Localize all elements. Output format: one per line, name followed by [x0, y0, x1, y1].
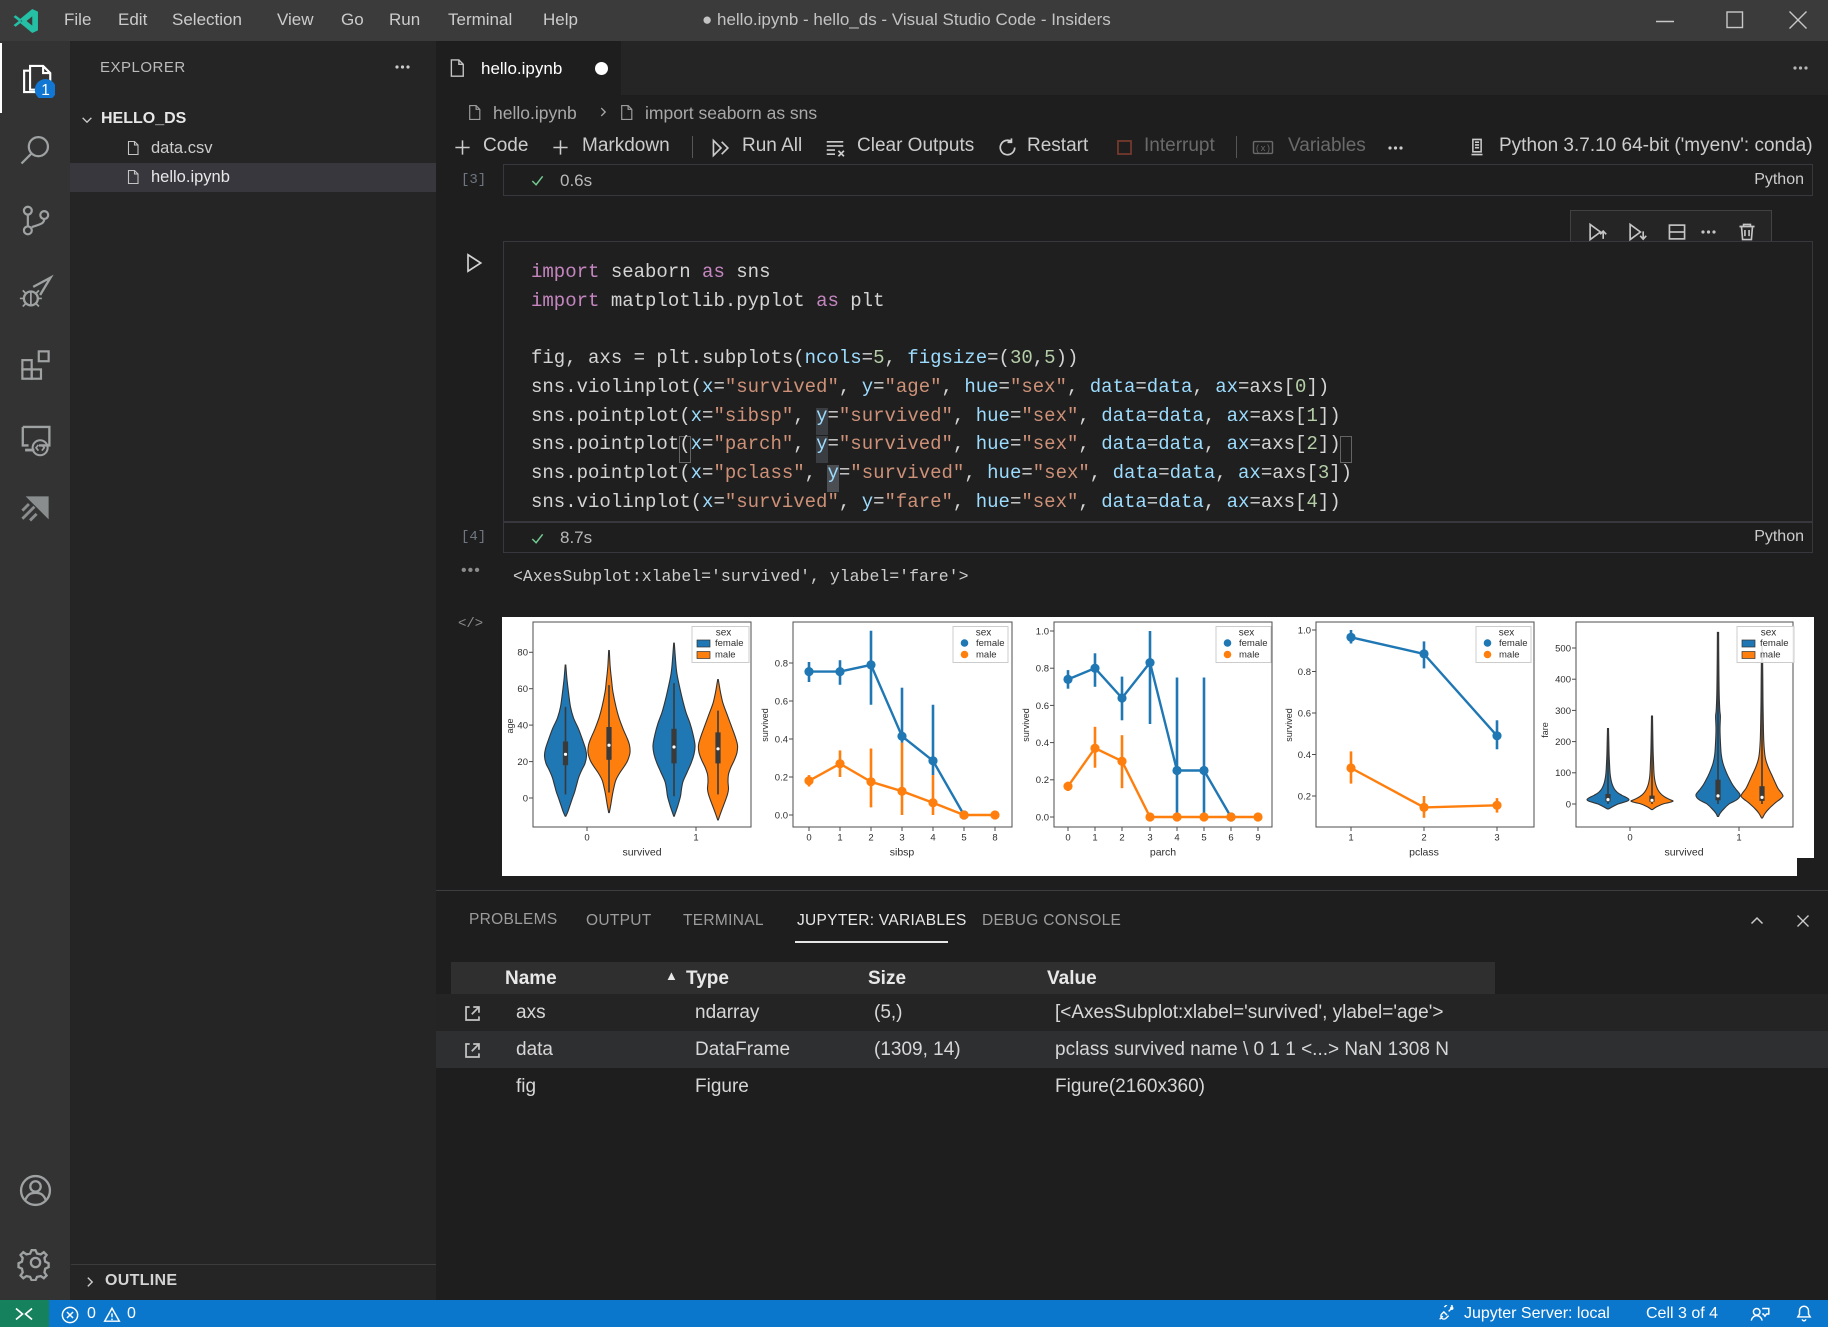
svg-text:sex: sex [716, 628, 732, 639]
svg-text:female: female [976, 638, 1005, 649]
svg-text:0.4: 0.4 [775, 734, 788, 745]
svg-text:male: male [715, 650, 736, 661]
svg-text:0.2: 0.2 [1036, 775, 1049, 786]
svg-text:1: 1 [1736, 833, 1741, 844]
svg-text:2: 2 [868, 833, 873, 844]
svg-text:500: 500 [1555, 643, 1571, 654]
svg-text:fare: fare [1540, 722, 1550, 738]
svg-text:40: 40 [517, 721, 528, 732]
svg-text:8: 8 [992, 833, 997, 844]
svg-text:1.0: 1.0 [1298, 625, 1311, 636]
svg-text:age: age [505, 718, 515, 733]
svg-text:(x): (x) [1255, 144, 1271, 154]
svg-text:parch: parch [1150, 847, 1176, 859]
svg-text:4: 4 [930, 833, 935, 844]
svg-text:female: female [1760, 638, 1789, 649]
svg-text:300: 300 [1555, 706, 1571, 717]
svg-text:0.4: 0.4 [1036, 738, 1049, 749]
svg-text:3: 3 [1494, 833, 1499, 844]
svg-text:2: 2 [1421, 833, 1426, 844]
svg-text:3: 3 [899, 833, 904, 844]
svg-text:1.0: 1.0 [1036, 626, 1049, 637]
svg-text:male: male [1499, 650, 1520, 661]
svg-text:male: male [1760, 650, 1781, 661]
svg-text:0.8: 0.8 [1298, 667, 1311, 678]
svg-text:5: 5 [961, 833, 966, 844]
svg-text:0.4: 0.4 [1298, 750, 1311, 761]
svg-text:0.6: 0.6 [1036, 701, 1049, 712]
svg-text:5: 5 [1201, 833, 1206, 844]
svg-text:sex: sex [976, 628, 992, 639]
svg-text:0: 0 [1065, 833, 1070, 844]
svg-text:0: 0 [1627, 833, 1632, 844]
svg-text:sex: sex [1761, 628, 1777, 639]
svg-text:female: female [1239, 638, 1268, 649]
svg-text:0.8: 0.8 [1036, 664, 1049, 675]
svg-text:4: 4 [1174, 833, 1179, 844]
svg-text:6: 6 [1228, 833, 1233, 844]
svg-text:20: 20 [517, 757, 528, 768]
svg-text:1: 1 [1348, 833, 1353, 844]
svg-text:60: 60 [517, 684, 528, 695]
svg-text:1: 1 [1092, 833, 1097, 844]
svg-text:male: male [976, 650, 997, 661]
svg-text:sibsp: sibsp [890, 847, 915, 859]
svg-text:1: 1 [693, 833, 698, 844]
svg-text:1: 1 [837, 833, 842, 844]
svg-text:0: 0 [523, 793, 528, 804]
svg-text:0.0: 0.0 [775, 810, 788, 821]
svg-text:0.8: 0.8 [775, 658, 788, 669]
svg-text:0.2: 0.2 [1298, 791, 1311, 802]
svg-text:0.6: 0.6 [775, 696, 788, 707]
svg-text:0.6: 0.6 [1298, 708, 1311, 719]
svg-text:sex: sex [1239, 628, 1255, 639]
svg-text:0: 0 [1566, 799, 1571, 810]
svg-text:3: 3 [1147, 833, 1152, 844]
svg-text:200: 200 [1555, 737, 1571, 748]
svg-text:female: female [1499, 638, 1528, 649]
svg-text:80: 80 [517, 648, 528, 659]
svg-text:0: 0 [584, 833, 589, 844]
svg-text:1: 1 [41, 82, 50, 98]
svg-text:0.2: 0.2 [775, 772, 788, 783]
svg-text:0: 0 [806, 833, 811, 844]
svg-text:survived: survived [1284, 708, 1294, 742]
svg-text:male: male [1239, 650, 1260, 661]
svg-text:400: 400 [1555, 675, 1571, 686]
svg-text:sex: sex [1499, 628, 1515, 639]
svg-text:2: 2 [1119, 833, 1124, 844]
svg-text:female: female [715, 638, 744, 649]
svg-text:pclass: pclass [1409, 847, 1439, 859]
svg-text:survived: survived [1664, 847, 1703, 859]
svg-text:9: 9 [1255, 833, 1260, 844]
svg-text:0.0: 0.0 [1036, 812, 1049, 823]
svg-text:100: 100 [1555, 768, 1571, 779]
svg-text:survived: survived [1021, 708, 1031, 742]
svg-text:survived: survived [622, 847, 661, 859]
svg-text:survived: survived [760, 708, 770, 742]
